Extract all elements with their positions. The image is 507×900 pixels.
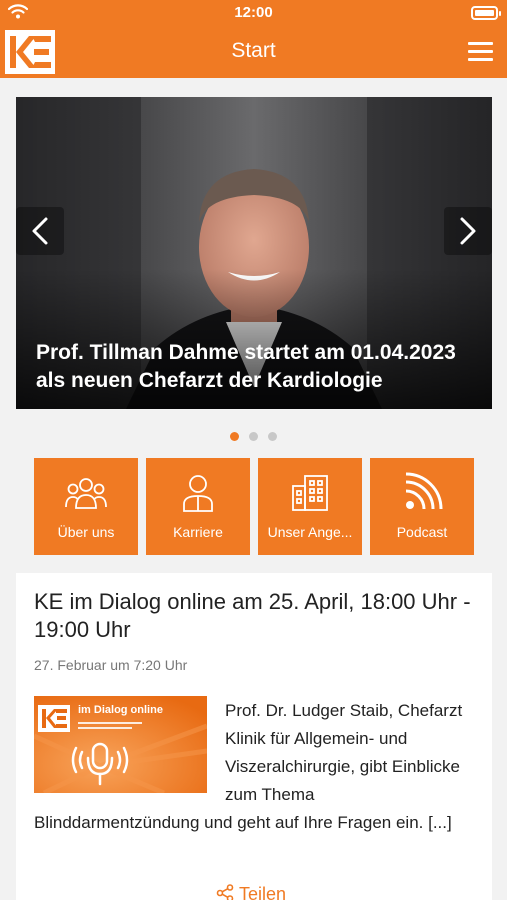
tile-label: Unser Ange... [267,524,353,540]
tile-podcast[interactable]: Podcast [370,458,474,555]
slide-caption[interactable]: Prof. Tillman Dahme startet am 01.04.202… [36,339,456,395]
chevron-left-icon [32,217,48,245]
tile-about-us[interactable]: Über uns [34,458,138,555]
status-time: 12:00 [234,4,273,21]
share-button[interactable]: Teilen [216,884,286,900]
slider-next-button[interactable] [444,207,492,255]
hamburger-icon-bar [468,50,493,53]
slider-pagination [0,432,507,441]
tile-our-offer[interactable]: Unser Ange... [258,458,362,555]
news-thumbnail[interactable]: im Dialog online [34,696,207,793]
rss-icon [405,472,443,510]
pagination-dot[interactable] [249,432,258,441]
hamburger-icon-bar [468,42,493,45]
tile-career[interactable]: Karriere [146,458,250,555]
quick-links: Über uns Karriere Unser Ange... Podcast [34,458,474,555]
tile-label: Über uns [57,524,115,540]
slider-prev-button[interactable] [16,207,64,255]
news-date: 27. Februar um 7:20 Uhr [34,657,188,673]
share-label: Teilen [239,884,287,900]
menu-button[interactable] [468,42,493,62]
news-card[interactable]: KE im Dialog online am 25. April, 18:00 … [16,573,492,900]
hamburger-icon-bar [468,58,493,61]
battery-icon [471,6,501,20]
thumbnail-title: im Dialog online [78,704,163,716]
news-slider[interactable]: Prof. Tillman Dahme startet am 01.04.202… [16,97,492,409]
share-icon [216,884,234,900]
chevron-right-icon [460,217,476,245]
tile-label: Podcast [396,524,448,540]
pagination-dot[interactable] [230,432,239,441]
person-icon [183,475,213,512]
tile-label: Karriere [173,524,223,540]
building-icon [292,475,328,511]
team-icon [65,478,107,509]
page-title: Start [231,39,276,62]
pagination-dot[interactable] [268,432,277,441]
news-title[interactable]: KE im Dialog online am 25. April, 18:00 … [34,588,474,644]
app-header: 12:00 Start [0,0,507,78]
status-bar: 12:00 [0,0,507,26]
